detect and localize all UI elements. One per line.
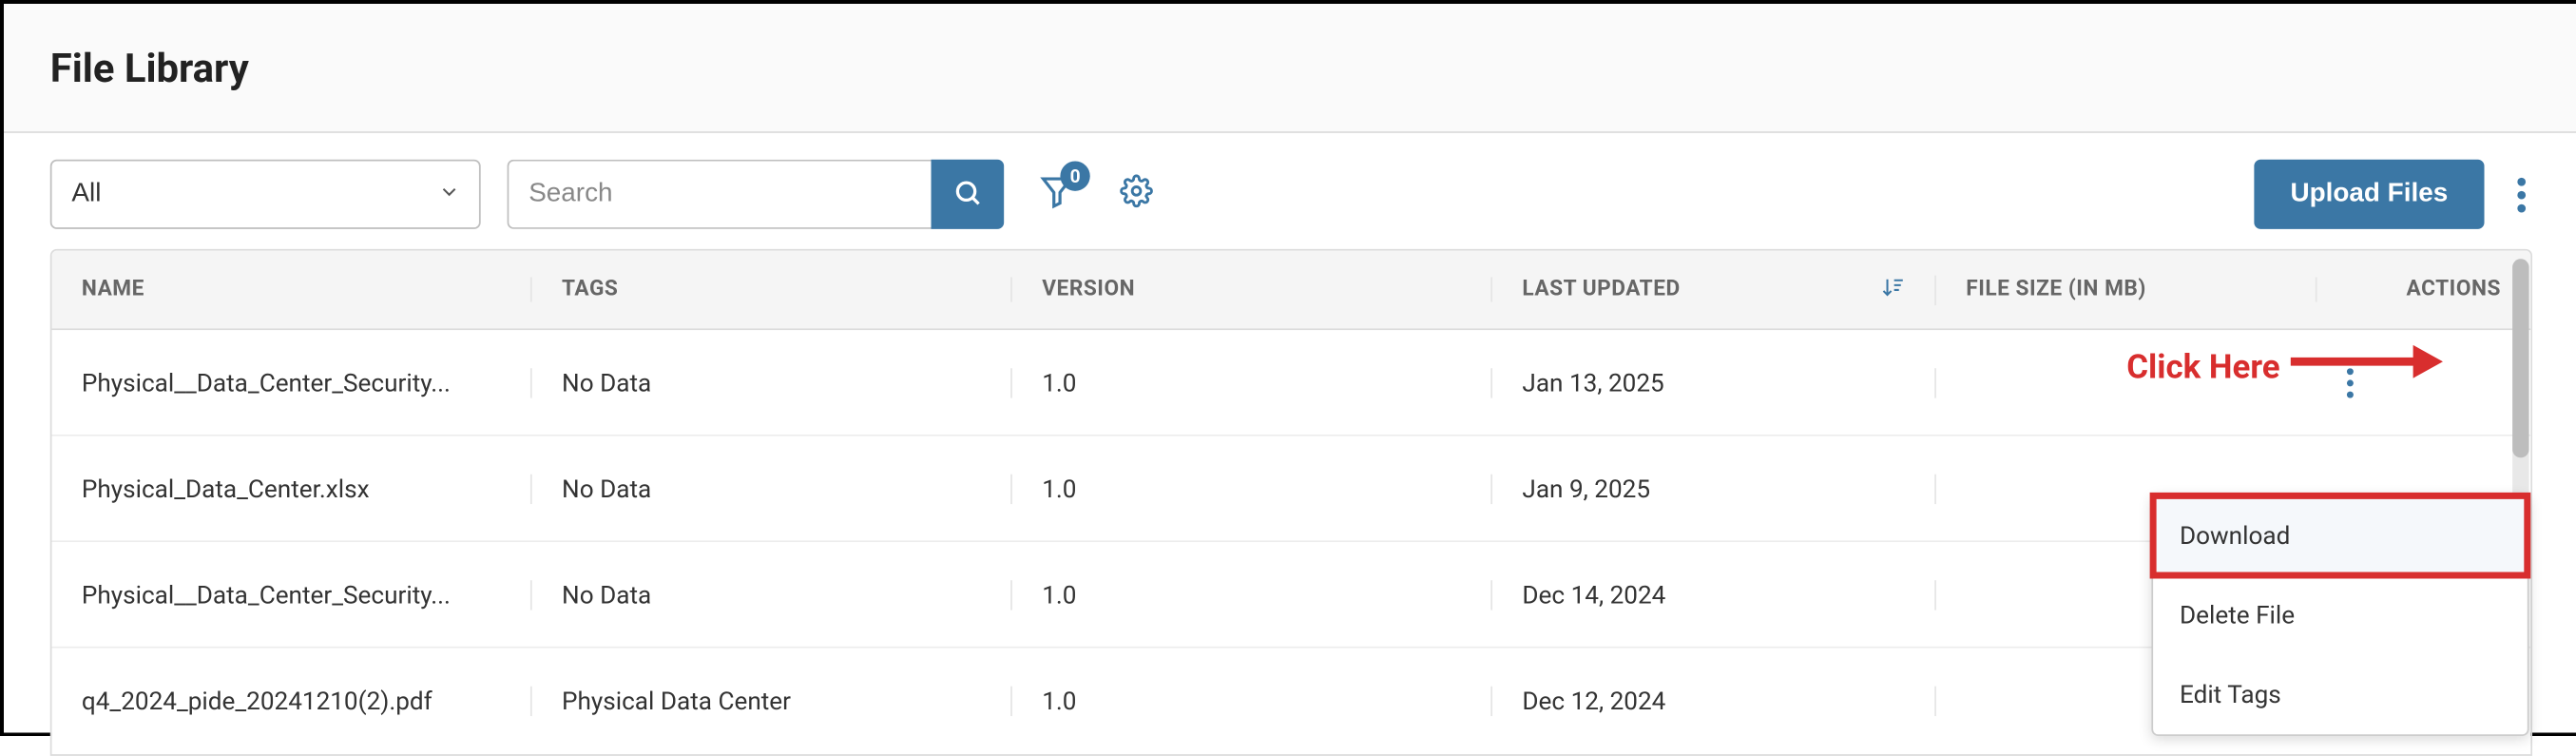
cell-tags: No Data — [532, 474, 1012, 503]
page-title: File Library — [50, 45, 249, 91]
filter-select[interactable] — [50, 160, 481, 229]
filter-select-input[interactable] — [50, 160, 481, 229]
col-header-updated-label: LAST UPDATED — [1522, 277, 1680, 301]
cell-tags: No Data — [532, 367, 1012, 397]
cell-name[interactable]: q4_2024_pide_20241210(2).pdf — [52, 687, 532, 716]
filter-count-badge: 0 — [1060, 161, 1089, 190]
search-input[interactable] — [508, 160, 932, 229]
cell-updated: Jan 13, 2025 — [1492, 367, 1936, 397]
upload-files-button[interactable]: Upload Files — [2254, 160, 2484, 229]
page-actions-menu[interactable] — [2510, 170, 2532, 219]
search-icon — [952, 177, 982, 212]
col-header-version[interactable]: VERSION — [1012, 277, 1492, 301]
cell-updated: Dec 14, 2024 — [1492, 579, 1936, 609]
cell-name[interactable]: Physical_Data_Center.xlsx — [52, 474, 532, 503]
cell-version: 1.0 — [1012, 687, 1492, 716]
menu-item-download[interactable]: Download — [2153, 495, 2528, 575]
col-header-size[interactable]: FILE SIZE (IN MB) — [1936, 277, 2317, 301]
cell-actions — [2317, 367, 2531, 397]
col-header-updated[interactable]: LAST UPDATED — [1492, 275, 1936, 304]
row-actions-menu[interactable] — [2347, 367, 2494, 397]
cell-tags: Physical Data Center — [532, 687, 1012, 716]
settings-button[interactable] — [1110, 167, 1163, 221]
scrollbar-thumb[interactable] — [2512, 259, 2528, 457]
table-header-row: NAME TAGS VERSION LAST UPDATED FILE SIZE… — [52, 251, 2531, 331]
cell-name[interactable]: Physical__Data_Center_Security... — [52, 579, 532, 609]
menu-item-edit-tags[interactable]: Edit Tags — [2153, 655, 2528, 735]
cell-name[interactable]: Physical__Data_Center_Security... — [52, 367, 532, 397]
cell-tags: No Data — [532, 579, 1012, 609]
toolbar: 0 Upload Files — [4, 133, 2576, 249]
cell-version: 1.0 — [1012, 474, 1492, 503]
cell-version: 1.0 — [1012, 579, 1492, 609]
filter-button[interactable]: 0 — [1030, 167, 1084, 221]
cell-updated: Jan 9, 2025 — [1492, 474, 1936, 503]
col-header-tags[interactable]: TAGS — [532, 277, 1012, 301]
search-button[interactable] — [932, 160, 1005, 229]
header: File Library — [4, 4, 2576, 133]
col-header-actions: ACTIONS — [2317, 277, 2531, 301]
row-actions-dropdown: Download Delete File Edit Tags — [2151, 494, 2528, 736]
search-group — [508, 160, 1005, 229]
cell-updated: Dec 12, 2024 — [1492, 687, 1936, 716]
sort-desc-icon — [1881, 275, 1904, 304]
cell-version: 1.0 — [1012, 367, 1492, 397]
menu-item-delete[interactable]: Delete File — [2153, 575, 2528, 655]
table-row: Physical__Data_Center_Security... No Dat… — [52, 330, 2531, 436]
col-header-name[interactable]: NAME — [52, 277, 532, 301]
gear-icon — [1120, 174, 1153, 214]
